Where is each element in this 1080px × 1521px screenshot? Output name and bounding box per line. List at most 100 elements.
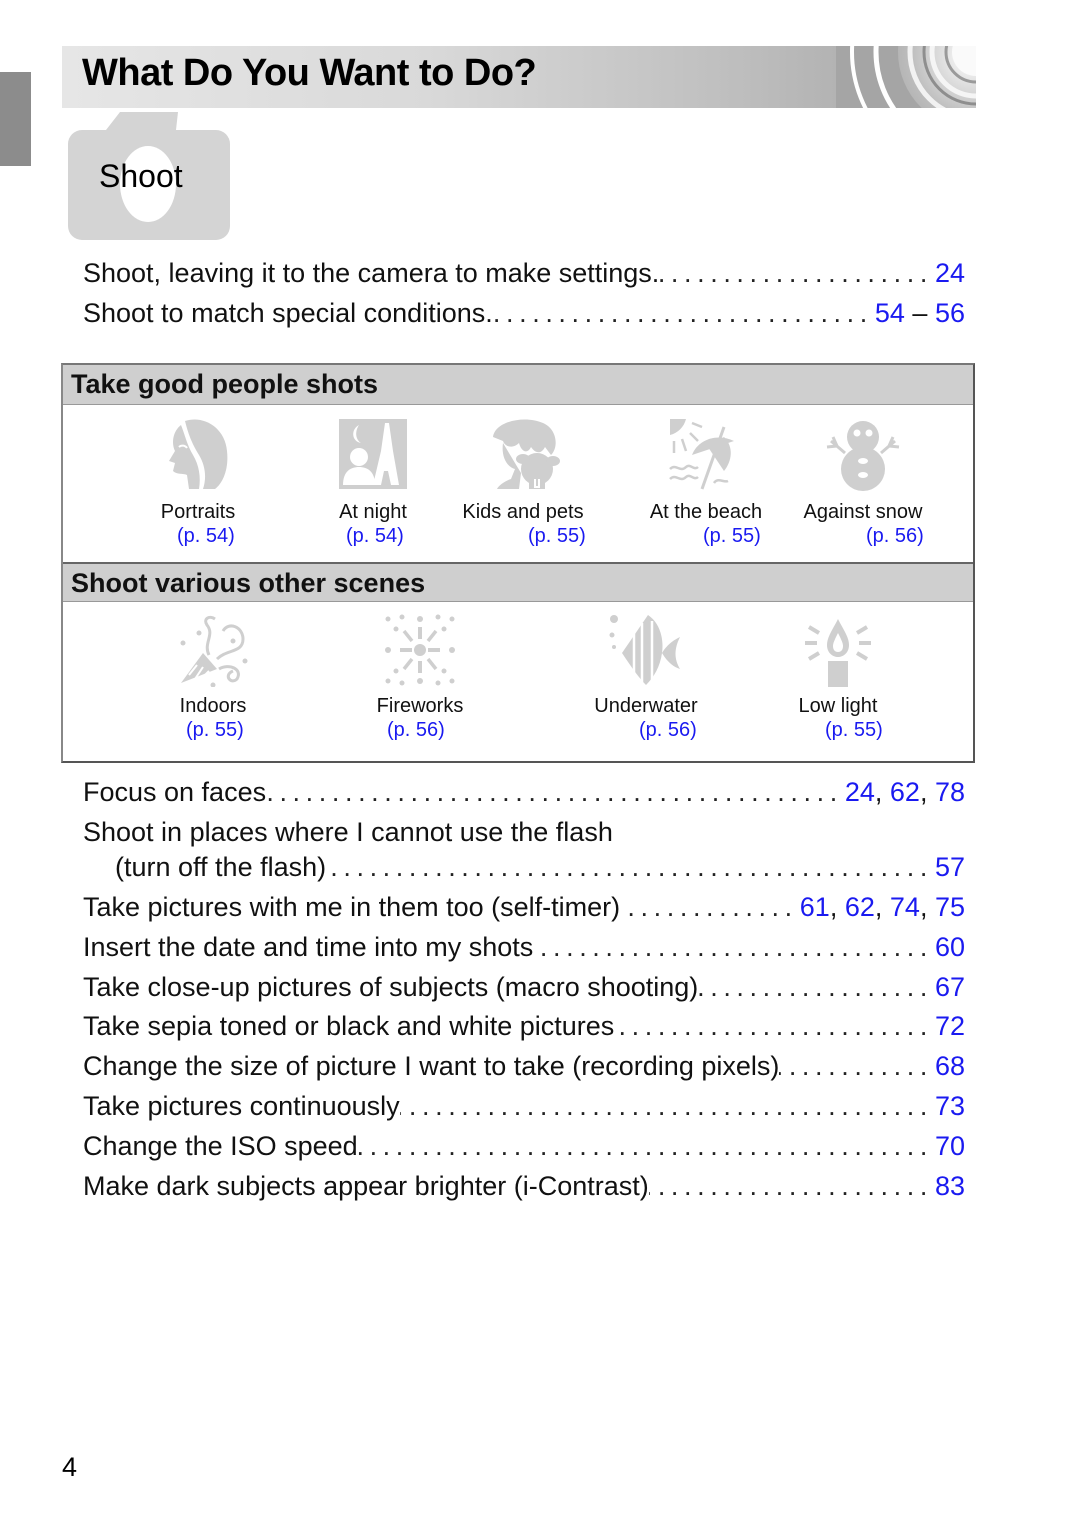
- page-link[interactable]: 61: [800, 892, 830, 922]
- scene-item-underwater[interactable]: Underwater (p. 56): [571, 613, 721, 741]
- scene-item-low-light[interactable]: Low light (p. 55): [763, 613, 913, 741]
- scene-item-portraits[interactable]: Portraits (p. 54): [123, 417, 273, 547]
- toc-item-label: Take pictures continuously: [83, 1091, 400, 1121]
- page-link[interactable]: 56: [935, 298, 965, 328]
- toc-item-continuation: (turn off the flash): [115, 852, 327, 882]
- scene-name: Portraits: [160, 501, 236, 523]
- toc-item-label: Change the size of picture I want to tak…: [83, 1051, 780, 1081]
- page-link[interactable]: (p. 55): [703, 525, 761, 548]
- toc-item: Make dark subjects appear brighter (i-Co…: [83, 1171, 965, 1205]
- page-link[interactable]: (p. 55): [528, 525, 586, 548]
- page-link[interactable]: 75: [935, 892, 965, 922]
- page-link[interactable]: 68: [935, 1051, 965, 1081]
- scene-item-against-snow[interactable]: Against snow (p. 56): [788, 417, 938, 547]
- lens-ring-decoration-icon: [836, 46, 976, 108]
- scene-modes-box: Take good people shots Portraits (p. 54)…: [61, 363, 975, 763]
- toc-item: Focus on faces .........................…: [83, 777, 965, 811]
- page-title: What Do You Want to Do?: [82, 52, 537, 94]
- page-link[interactable]: (p. 56): [639, 719, 697, 742]
- candle-low-light-icon: [805, 619, 871, 687]
- scene-name: At night: [339, 501, 407, 523]
- scene-item-fireworks[interactable]: Fireworks (p. 56): [345, 613, 495, 741]
- leader-dots: ........................................…: [614, 1011, 933, 1041]
- toc-item-pages: 57: [935, 852, 965, 883]
- toc-item-label: Insert the date and time into my shots: [83, 932, 534, 962]
- scene-item-kids-and-pets[interactable]: Kids and pets (p. 55): [448, 417, 598, 547]
- section-heading-other-scenes: Shoot various other scenes: [63, 562, 973, 602]
- section-label-shoot: Shoot: [99, 158, 183, 194]
- night-scene-icon: [339, 419, 407, 489]
- toc-item-pages: 67: [935, 972, 965, 1003]
- snowman-icon: [826, 421, 900, 491]
- party-indoors-icon: [180, 615, 248, 687]
- toc-item-pages: 83: [935, 1171, 965, 1202]
- toc-item: Take pictures with me in them too (self-…: [83, 892, 965, 926]
- scene-name: Indoors: [179, 695, 247, 717]
- page-link[interactable]: 83: [935, 1171, 965, 1201]
- leader-dots: ........................................…: [533, 932, 933, 962]
- scene-item-at-the-beach[interactable]: At the beach (p. 55): [631, 417, 781, 547]
- page-link[interactable]: 24: [935, 258, 965, 288]
- toc-item-pages: 24, 62, 78: [844, 777, 965, 807]
- scene-name: Underwater: [594, 695, 698, 717]
- toc-item: (turn off the flash) ...................…: [115, 852, 965, 886]
- leader-dots: ........................................…: [779, 1051, 933, 1081]
- page-link[interactable]: 72: [935, 1011, 965, 1041]
- chapter-side-tab: [0, 72, 31, 166]
- toc-item-label: Focus on faces: [83, 777, 267, 807]
- page-number: 4: [62, 1452, 78, 1482]
- toc-item-pages: 72: [935, 1011, 965, 1042]
- page-link[interactable]: 24: [845, 777, 875, 807]
- page-link[interactable]: 73: [935, 1091, 965, 1121]
- page-link[interactable]: 67: [935, 972, 965, 1002]
- page-link[interactable]: 62: [890, 777, 920, 807]
- fish-underwater-icon: [609, 615, 680, 685]
- scene-name: At the beach: [649, 501, 763, 523]
- toc-item-label: Shoot in places where I cannot use the f…: [83, 817, 613, 847]
- toc-item-pages: 73: [935, 1091, 965, 1122]
- scene-item-indoors[interactable]: Indoors (p. 55): [138, 613, 288, 741]
- page-link[interactable]: 62: [845, 892, 875, 922]
- fireworks-icon: [385, 614, 455, 686]
- page-title-bar: What Do You Want to Do?: [62, 46, 976, 108]
- page-link[interactable]: (p. 55): [186, 719, 244, 742]
- toc-item-label: Change the ISO speed: [83, 1131, 358, 1161]
- page-link[interactable]: (p. 55): [825, 719, 883, 742]
- page-link[interactable]: 74: [890, 892, 920, 922]
- toc-item-label: Shoot to match special conditions.: [83, 298, 493, 328]
- range-separator: –: [904, 298, 935, 328]
- page-link[interactable]: 54: [875, 298, 905, 328]
- page-link[interactable]: 70: [935, 1131, 965, 1161]
- toc-item-pages: 68: [935, 1051, 965, 1082]
- toc-item-label: Take pictures with me in them too (self-…: [83, 892, 621, 922]
- toc-item: Take close-up pictures of subjects (macr…: [83, 972, 965, 1006]
- toc-item: Insert the date and time into my shots .…: [83, 932, 965, 966]
- leader-dots: ........................................…: [659, 258, 933, 288]
- toc-item-pages: 54 – 56: [875, 298, 965, 329]
- leader-dots: ........................................…: [648, 1171, 933, 1201]
- leader-dots: ........................................…: [492, 298, 873, 328]
- toc-item-label: Make dark subjects appear brighter (i-Co…: [83, 1171, 649, 1201]
- page-link[interactable]: 57: [935, 852, 965, 882]
- toc-item: Take sepia toned or black and white pict…: [83, 1011, 965, 1045]
- portrait-icon: [169, 419, 228, 489]
- page-link[interactable]: (p. 56): [866, 525, 924, 548]
- toc-item-pages: 61, 62, 74, 75: [799, 892, 965, 922]
- page-link[interactable]: (p. 56): [387, 719, 445, 742]
- scene-name: Fireworks: [376, 695, 464, 717]
- toc-item-pages: 70: [935, 1131, 965, 1162]
- toc-item: Shoot to match special conditions. .....…: [83, 298, 965, 332]
- toc-item-label: Shoot, leaving it to the camera to make …: [83, 258, 660, 288]
- section-heading-people: Take good people shots: [63, 365, 973, 405]
- page-link[interactable]: (p. 54): [177, 525, 235, 548]
- beach-icon: [669, 419, 734, 490]
- scene-item-at-night[interactable]: At night (p. 54): [298, 417, 448, 547]
- leader-dots: ........................................…: [620, 892, 798, 922]
- page-link[interactable]: 60: [935, 932, 965, 962]
- leader-dots: ........................................…: [698, 972, 933, 1002]
- leader-dots: ........................................…: [266, 777, 843, 807]
- page-link[interactable]: 78: [935, 777, 965, 807]
- scene-name: Low light: [798, 695, 878, 717]
- page-link[interactable]: (p. 54): [346, 525, 404, 548]
- toc-item-label: Take sepia toned or black and white pict…: [83, 1011, 615, 1041]
